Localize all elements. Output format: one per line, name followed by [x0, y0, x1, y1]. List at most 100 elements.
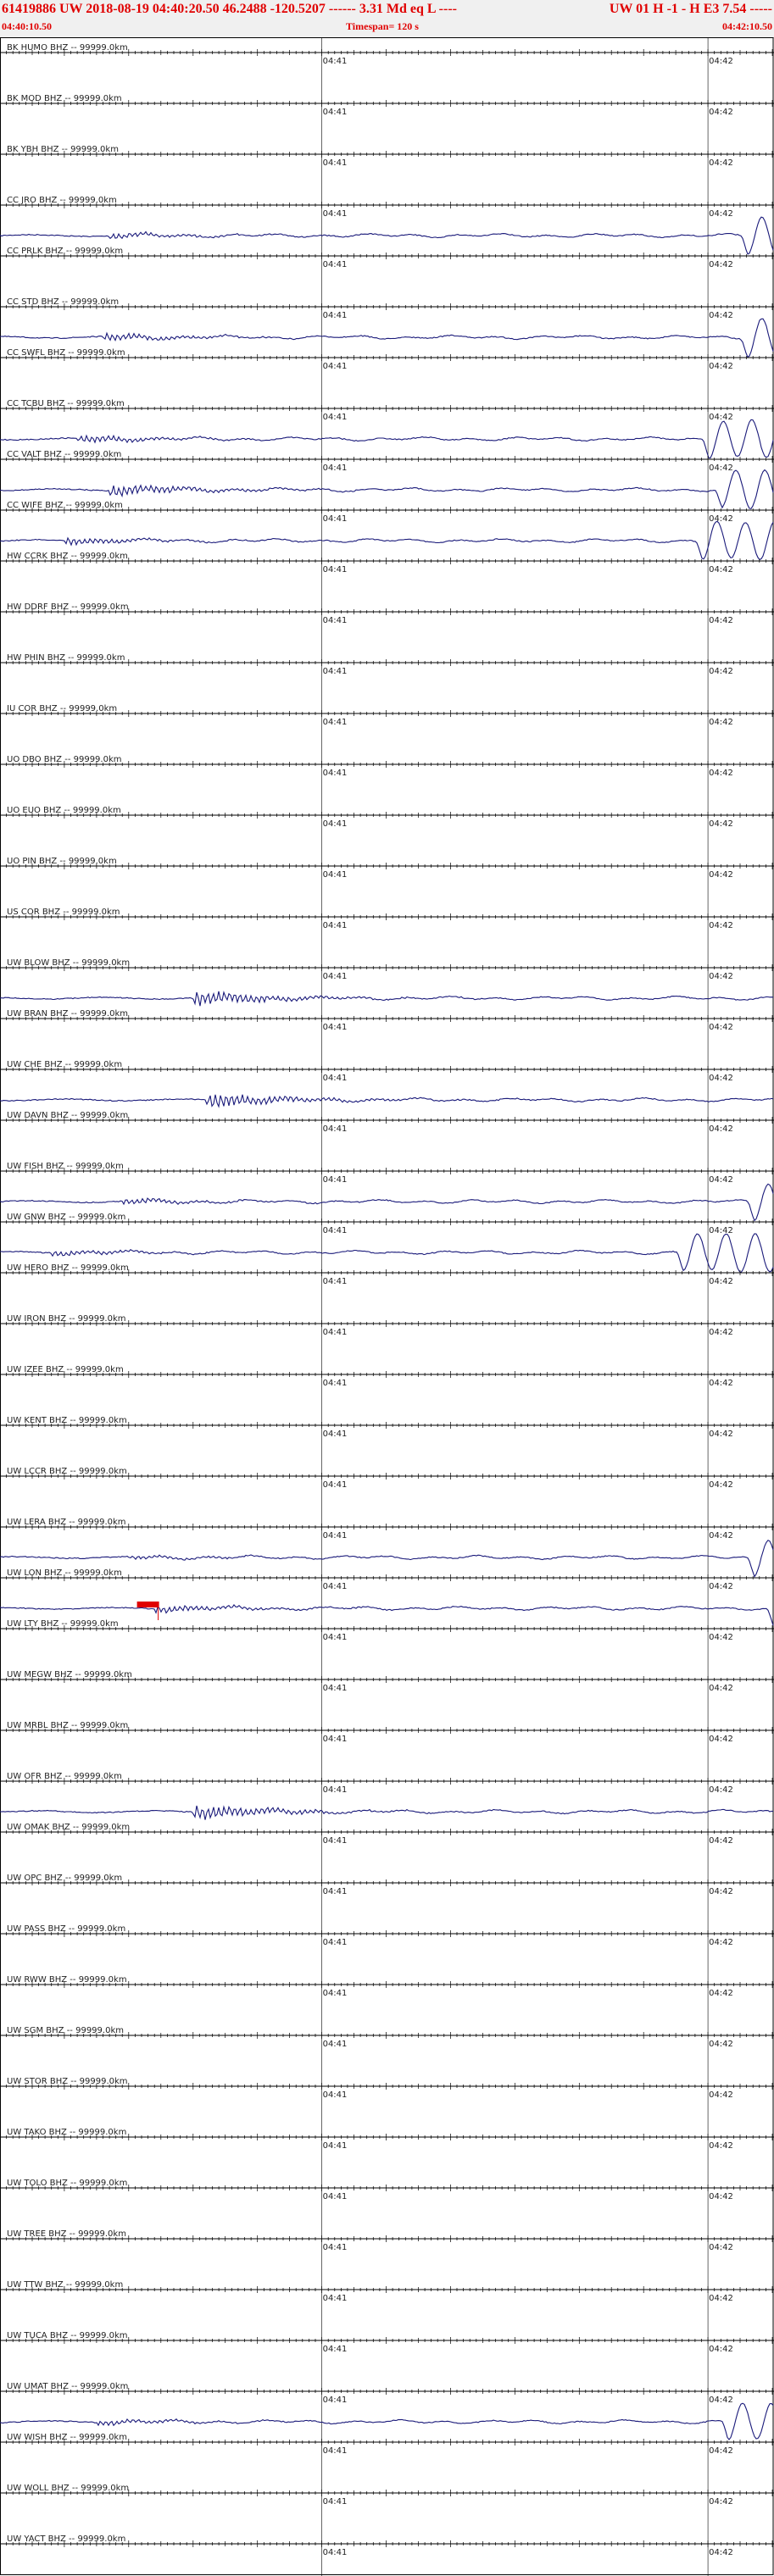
time-label: 04:41	[323, 718, 348, 727]
channel-label: UW TAKO BHZ -- 99999.0km	[7, 2128, 126, 2137]
channel-label: UW OMAK BHZ -- 99999.0km	[7, 1823, 130, 1832]
time-label: 04:41	[323, 2192, 348, 2201]
time-label: 04:42	[709, 1633, 733, 1642]
time-label: 04:41	[323, 158, 348, 168]
time-label: 04:42	[709, 2345, 733, 2354]
time-label: 04:41	[323, 1684, 348, 1693]
time-label: 04:42	[709, 2090, 733, 2100]
channel-label: BK YBH BHZ -- 99999.0km	[7, 145, 119, 154]
timespan: Timespan= 120 s	[346, 20, 419, 32]
channel-label: UO DBO BHZ -- 99999.0km	[7, 755, 122, 764]
time-label: 04:42	[709, 209, 733, 219]
time-label: 04:41	[323, 464, 348, 473]
time-label: 04:41	[323, 2446, 348, 2456]
time-label: 04:41	[323, 1480, 348, 1490]
channel-label: UO PIN BHZ -- 99999.0km	[7, 857, 117, 866]
time-label: 04:42	[709, 718, 733, 727]
time-label: 04:41	[323, 1582, 348, 1591]
waveform-trace	[0, 1805, 774, 1820]
channel-label: UW WISH BHZ -- 99999.0km	[7, 2433, 127, 2442]
time-label: 04:42	[709, 921, 733, 930]
time-label: 04:42	[709, 667, 733, 676]
channel-label: UW OFR BHZ -- 99999.0km	[7, 1772, 122, 1781]
channel-label: UW TOLO BHZ -- 99999.0km	[7, 2179, 127, 2188]
time-label: 04:42	[709, 1175, 733, 1185]
time-label: 04:41	[323, 2141, 348, 2151]
time-label: 04:41	[323, 1226, 348, 1235]
time-label: 04:41	[323, 819, 348, 829]
channel-label: CC SWFL BHZ -- 99999.0km	[7, 348, 125, 358]
time-label: 04:42	[709, 1379, 733, 1388]
start-time: 04:40:10.50	[2, 20, 52, 32]
time-label: 04:42	[709, 769, 733, 778]
time-label: 04:41	[323, 2294, 348, 2303]
time-label: 04:42	[709, 1989, 733, 1998]
time-label: 04:42	[709, 57, 733, 66]
time-label: 04:42	[709, 2294, 733, 2303]
time-label: 04:41	[323, 2548, 348, 2557]
time-label: 04:41	[323, 1938, 348, 1947]
channel-label: BK MOD BHZ -- 99999.0km	[7, 94, 122, 103]
event-header: 61419886 UW 2018-08-19 04:40:20.50 46.24…	[0, 0, 774, 38]
time-label: 04:41	[323, 1023, 348, 1032]
channel-label: UW WOLL BHZ -- 99999.0km	[7, 2484, 129, 2493]
waveform-trace	[0, 1094, 774, 1108]
channel-label: UW UMAT BHZ -- 99999.0km	[7, 2382, 128, 2391]
channel-label: UW LERA BHZ -- 99999.0km	[7, 1518, 126, 1527]
time-label: 04:42	[709, 1124, 733, 1134]
time-label: 04:41	[323, 667, 348, 676]
time-label: 04:42	[709, 158, 733, 168]
time-label: 04:42	[709, 1785, 733, 1795]
channel-label: UW LTY BHZ -- 99999.0km	[7, 1619, 119, 1629]
time-label: 04:42	[709, 1887, 733, 1896]
time-label: 04:41	[323, 1785, 348, 1795]
time-label: 04:42	[709, 1277, 733, 1286]
time-label: 04:42	[709, 108, 733, 117]
time-label: 04:41	[323, 1074, 348, 1083]
channel-label: UO EUO BHZ -- 99999.0km	[7, 806, 121, 815]
channel-label: UW BLOW BHZ -- 99999.0km	[7, 958, 130, 968]
time-label: 04:41	[323, 2396, 348, 2405]
time-label: 04:41	[323, 2243, 348, 2252]
time-label: 04:42	[709, 1480, 733, 1490]
time-label: 04:42	[709, 1023, 733, 1032]
time-label: 04:42	[709, 2548, 733, 2557]
time-label: 04:42	[709, 1735, 733, 1744]
channel-label: UW OPC BHZ -- 99999.0km	[7, 1874, 122, 1883]
event-quality: UW 01 H -1 - H E3 7.54 -----	[609, 2, 772, 16]
time-label: 04:41	[323, 362, 348, 371]
time-label: 04:41	[323, 1379, 348, 1388]
time-label: 04:42	[709, 2192, 733, 2201]
channel-label: UW LCCR BHZ -- 99999.0km	[7, 1467, 127, 1476]
channel-label: UW TTW BHZ -- 99999.0km	[7, 2280, 123, 2290]
channel-label: UW TREE BHZ -- 99999.0km	[7, 2229, 126, 2239]
time-label: 04:41	[323, 1328, 348, 1337]
plot-frame	[0, 37, 774, 2575]
waveform-trace	[0, 991, 774, 1007]
channel-label: UW LON BHZ -- 99999.0km	[7, 1568, 122, 1578]
time-label: 04:42	[709, 565, 733, 575]
channel-label: UW FISH BHZ -- 99999.0km	[7, 1162, 124, 1171]
time-label: 04:41	[323, 1887, 348, 1896]
channel-label: CC VALT BHZ -- 99999.0km	[7, 450, 121, 459]
channel-label: UW DAVN BHZ -- 99999.0km	[7, 1111, 128, 1120]
time-label: 04:41	[323, 1277, 348, 1286]
channel-label: BK HUMO BHZ -- 99999.0km	[7, 43, 128, 53]
time-label: 04:41	[323, 1531, 348, 1541]
time-label: 04:41	[323, 921, 348, 930]
time-label: 04:42	[709, 2396, 733, 2405]
time-label: 04:41	[323, 1430, 348, 1439]
time-label: 04:41	[323, 57, 348, 66]
channel-label: CC STD BHZ -- 99999.0km	[7, 297, 119, 307]
time-label: 04:42	[709, 2446, 733, 2456]
event-summary: 61419886 UW 2018-08-19 04:40:20.50 46.24…	[2, 2, 457, 16]
time-label: 04:41	[323, 1989, 348, 1998]
channel-label: HW PHIN BHZ -- 99999.0km	[7, 653, 125, 663]
channel-label: UW BRAN BHZ -- 99999.0km	[7, 1009, 128, 1019]
channel-label: UW SGM BHZ -- 99999.0km	[7, 2026, 124, 2035]
channel-label: IU COR BHZ -- 99999.0km	[7, 704, 117, 713]
channel-label: UW IRON BHZ -- 99999.0km	[7, 1314, 126, 1324]
time-label: 04:42	[709, 972, 733, 981]
time-label: 04:42	[709, 1074, 733, 1083]
time-label: 04:42	[709, 1938, 733, 1947]
